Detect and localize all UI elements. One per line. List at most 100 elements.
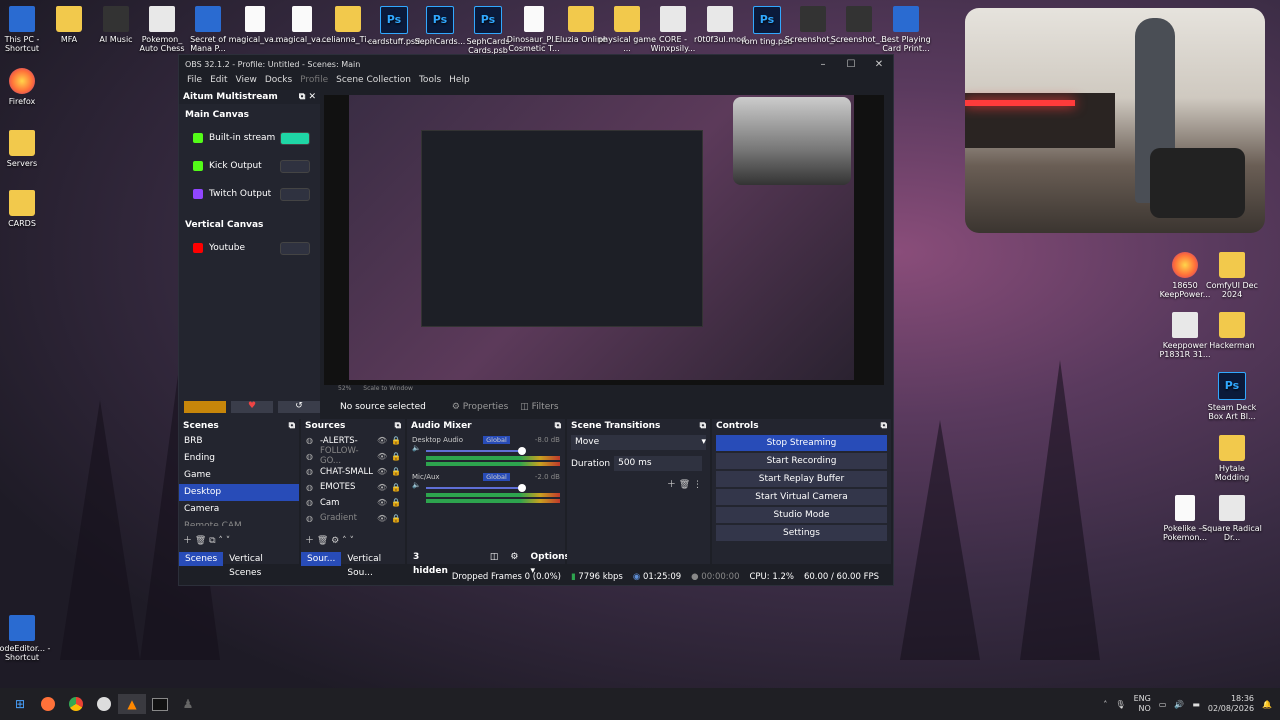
dock-close-icon[interactable]: ⧉ ✕ (299, 90, 316, 104)
lock-icon[interactable]: 🔒 (391, 436, 405, 445)
lock-icon[interactable]: 🔒 (391, 467, 405, 476)
desktop-icon[interactable]: Servers (0, 130, 52, 168)
output-toggle[interactable] (280, 131, 310, 145)
source-item[interactable]: ◍ CHAT-SMALL 👁 🔒 (301, 464, 405, 480)
scene-item[interactable]: Ending (179, 450, 299, 467)
tab-scenes[interactable]: Scenes (179, 552, 224, 566)
panel-menu-icon[interactable]: ⧉ (289, 419, 295, 433)
hidden-count[interactable]: 3 hidden (407, 550, 454, 576)
eye-icon[interactable]: 👁 (377, 467, 391, 476)
chevron-up-icon[interactable]: ˄ (1103, 700, 1107, 709)
vlc-icon[interactable]: ▲ (118, 694, 146, 714)
clock[interactable]: 18:36 02/08/2026 (1208, 694, 1254, 714)
app-icon[interactable]: ♟ (174, 694, 202, 714)
scene-item[interactable]: Camera (179, 501, 299, 518)
desktop-icon[interactable]: Firefox (0, 68, 52, 106)
menu-item-help[interactable]: Help (445, 73, 474, 88)
menu-item-edit[interactable]: Edit (206, 73, 231, 88)
source-actions[interactable]: ＋ 🗑 ⚙ ˄ ˅ (305, 533, 354, 546)
stop-streaming-button[interactable]: Stop Streaming (716, 435, 887, 451)
tab-vertical-scenes[interactable]: Vertical Scenes (223, 552, 299, 578)
panel-menu-icon[interactable]: ⧉ (881, 419, 887, 433)
scene-actions[interactable]: ＋ 🗑 ⧉ ˄ ˅ (183, 533, 230, 546)
filters-button[interactable]: ◫ Filters (520, 402, 558, 412)
properties-button[interactable]: ⚙ Properties (452, 402, 508, 412)
firefox-icon[interactable] (34, 694, 62, 714)
mic-icon[interactable]: 🎙 (1115, 700, 1125, 709)
eye-icon[interactable]: 👁 (377, 514, 391, 523)
eye-icon[interactable]: 👁 (377, 498, 391, 507)
source-item[interactable]: ◍ Cam 👁 🔒 (301, 495, 405, 511)
lock-icon[interactable]: 🔒 (391, 514, 405, 523)
desktop-icon[interactable]: Square Radical Dr... (1202, 495, 1262, 542)
slider-knob[interactable] (518, 447, 526, 455)
panel-menu-icon[interactable]: ⧉ (700, 419, 706, 433)
desktop-icon[interactable]: ComfyUI Dec 2024 (1202, 252, 1262, 299)
volume-slider[interactable] (426, 484, 526, 492)
panel-menu-icon[interactable]: ⧉ (395, 419, 401, 433)
start-replay-buffer-button[interactable]: Start Replay Buffer (716, 471, 887, 487)
settings-button[interactable]: Settings (716, 525, 887, 541)
chrome-icon[interactable] (62, 694, 90, 714)
eye-icon[interactable]: 👁 (377, 436, 391, 445)
source-item[interactable]: ◍ FOLLOW-GO... 👁 🔒 (301, 446, 405, 466)
start-recording-button[interactable]: Start Recording (716, 453, 887, 469)
battery-icon[interactable]: ▬ (1192, 700, 1200, 709)
desktop-icon[interactable]: Hackerman (1202, 312, 1262, 350)
mixer-settings-icon[interactable]: ⚙ (504, 550, 524, 564)
desktop-icon[interactable]: Ps Steam Deck Box Art Bl... (1202, 372, 1262, 421)
transition-select[interactable]: Move ▾ (571, 435, 706, 450)
scene-item[interactable]: BRB (179, 433, 299, 450)
maximize-icon[interactable]: ☐ (837, 59, 865, 70)
notification-icon[interactable]: 🔔 (1262, 700, 1272, 709)
lock-icon[interactable]: 🔒 (391, 483, 405, 492)
menu-item-view[interactable]: View (232, 73, 261, 88)
speaker-icon[interactable]: 🔈 (412, 444, 421, 452)
volume-slider[interactable] (426, 447, 526, 455)
source-item[interactable]: ◍ Gradient 👁 🔒 (301, 511, 405, 527)
language-indicator[interactable]: ENG NO (1134, 694, 1151, 714)
slider-knob[interactable] (518, 484, 526, 492)
color-swatch[interactable] (184, 401, 226, 413)
scene-item[interactable]: Desktop (179, 484, 299, 501)
global-badge[interactable]: Global (483, 473, 510, 481)
global-badge[interactable]: Global (483, 436, 510, 444)
start-icon[interactable]: ⊞ (6, 694, 34, 714)
studio-mode-button[interactable]: Studio Mode (716, 507, 887, 523)
minimize-icon[interactable]: – (809, 59, 837, 70)
desktop-icon[interactable]: CARDS (0, 190, 52, 228)
duration-input[interactable]: 500 ms (614, 456, 702, 471)
eye-icon[interactable]: 👁 (377, 452, 391, 461)
heart-icon[interactable]: ♥ (231, 401, 273, 413)
tab-sources[interactable]: Sour... (301, 552, 342, 566)
lock-icon[interactable]: 🔒 (391, 452, 405, 461)
desktop-icon[interactable]: Hytale Modding (1202, 435, 1262, 482)
desktop-icon[interactable]: Best Playing Card Print... (876, 6, 936, 53)
speaker-icon[interactable]: 🔈 (412, 481, 421, 489)
reset-icon[interactable]: ↺ (278, 401, 320, 413)
start-virtual-camera-button[interactable]: Start Virtual Camera (716, 489, 887, 505)
network-icon[interactable]: ▭ (1159, 700, 1167, 709)
output-toggle[interactable] (280, 241, 310, 255)
menu-item-scene-collection[interactable]: Scene Collection (332, 73, 415, 88)
scene-item[interactable]: Game (179, 467, 299, 484)
lock-icon[interactable]: 🔒 (391, 498, 405, 507)
close-icon[interactable]: ✕ (865, 59, 893, 70)
obs-taskbar-icon[interactable] (90, 694, 118, 714)
zoom-level[interactable]: 52% (338, 385, 351, 392)
mixer-layout-icon[interactable]: ◫ (484, 550, 505, 564)
panel-menu-icon[interactable]: ⧉ (555, 419, 561, 433)
output-toggle[interactable] (280, 187, 310, 201)
source-item[interactable]: ◍ EMOTES 👁 🔒 (301, 480, 405, 496)
output-toggle[interactable] (280, 159, 310, 173)
tab-vertical-sources[interactable]: Vertical Sou... (341, 552, 405, 578)
desktop-icon[interactable]: NodeEditor... - Shortcut (0, 615, 52, 662)
menu-item-tools[interactable]: Tools (415, 73, 445, 88)
scale-mode[interactable]: Scale to Window (363, 385, 413, 392)
eye-icon[interactable]: 👁 (377, 483, 391, 492)
menu-item-file[interactable]: File (183, 73, 206, 88)
transition-actions[interactable]: ＋ 🗑 ⋮ (567, 477, 702, 490)
menu-item-profile[interactable]: Profile (296, 73, 332, 88)
menu-item-docks[interactable]: Docks (261, 73, 296, 88)
terminal-icon[interactable] (146, 694, 174, 714)
